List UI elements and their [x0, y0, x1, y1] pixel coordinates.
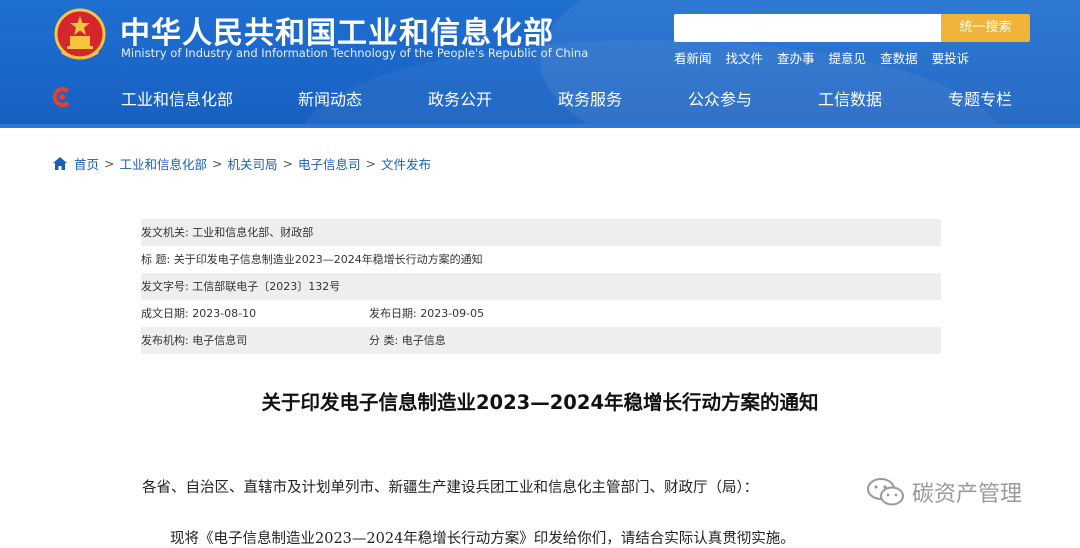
nav-services[interactable]: 政务服务 — [558, 86, 622, 110]
meta-agency: 发布机构: 电子信息司 — [141, 334, 248, 347]
watermark-text: 碳资产管理 — [912, 482, 1023, 507]
meta-row-subject: 标 题: 关于印发电子信息制造业2023—2024年稳增长行动方案的通知 — [141, 246, 941, 273]
meta-published-date: 发布日期: 2023-09-05 — [369, 307, 485, 320]
meta-row-agency: 发布机构: 电子信息司 分 类: 电子信息 — [141, 327, 941, 354]
quick-link-complaint[interactable]: 要投诉 — [932, 48, 970, 67]
breadcrumb-separator: > — [212, 156, 223, 171]
breadcrumb-home[interactable]: 首页 — [74, 154, 99, 173]
wechat-icon — [867, 478, 904, 506]
breadcrumb-separator: > — [104, 156, 115, 171]
nav-topics[interactable]: 专题专栏 — [948, 86, 1012, 110]
breadcrumb-departments[interactable]: 机关司局 — [228, 154, 278, 173]
quick-links: 看新闻 找文件 查办事 提意见 查数据 要投诉 — [674, 48, 969, 67]
home-icon — [53, 157, 67, 170]
document-body-paragraph: 现将《电子信息制造业2023—2024年稳增长行动方案》印发给你们，请结合实际认… — [170, 531, 795, 547]
quick-link-services[interactable]: 查办事 — [777, 48, 815, 67]
national-emblem-icon[interactable] — [54, 8, 106, 62]
meta-category: 分 类: 电子信息 — [369, 334, 446, 347]
document-salutation: 各省、自治区、直辖市及计划单列市、新疆生产建设兵团工业和信息化主管部门、财政厅（… — [142, 480, 759, 496]
nav-government-affairs[interactable]: 政务公开 — [428, 86, 492, 110]
meta-row-issuer: 发文机关: 工业和信息化部、财政部 — [141, 219, 941, 246]
nav-data[interactable]: 工信数据 — [818, 86, 882, 110]
quick-link-data[interactable]: 查数据 — [880, 48, 918, 67]
nav-participation[interactable]: 公众参与 — [688, 86, 752, 110]
site-subtitle: Ministry of Industry and Information Tec… — [121, 46, 589, 60]
breadcrumb-separator: > — [365, 156, 376, 171]
breadcrumb-ministry[interactable]: 工业和信息化部 — [120, 154, 208, 173]
meta-issuer: 发文机关: 工业和信息化部、财政部 — [141, 226, 314, 239]
breadcrumb-file-release[interactable]: 文件发布 — [381, 154, 431, 173]
quick-link-feedback[interactable]: 提意见 — [829, 48, 867, 67]
quick-link-files[interactable]: 找文件 — [726, 48, 764, 67]
header-divider — [0, 124, 1080, 128]
breadcrumb-separator: > — [282, 156, 293, 171]
meta-subject: 标 题: 关于印发电子信息制造业2023—2024年稳增长行动方案的通知 — [141, 253, 483, 266]
search-button[interactable]: 统一搜索 — [941, 14, 1030, 42]
breadcrumb: 首页 > 工业和信息化部 > 机关司局 > 电子信息司 > 文件发布 — [53, 154, 431, 173]
meta-row-doc-number: 发文字号: 工信部联电子〔2023〕132号 — [141, 273, 941, 300]
main-nav: 工业和信息化部 新闻动态 政务公开 政务服务 公众参与 工信数据 专题专栏 — [0, 78, 1080, 116]
quick-link-news[interactable]: 看新闻 — [674, 48, 712, 67]
meta-doc-number: 发文字号: 工信部联电子〔2023〕132号 — [141, 280, 341, 293]
watermark: 碳资产管理 — [866, 476, 1022, 508]
meta-row-dates: 成文日期: 2023-08-10 发布日期: 2023-09-05 — [141, 300, 941, 327]
meta-created-date: 成文日期: 2023-08-10 — [141, 307, 257, 320]
site-header: 中华人民共和国工业和信息化部 Ministry of Industry and … — [0, 0, 1080, 126]
search-input[interactable] — [674, 14, 942, 42]
nav-news[interactable]: 新闻动态 — [298, 86, 362, 110]
nav-ministry[interactable]: 工业和信息化部 — [121, 86, 233, 110]
document-metadata: 发文机关: 工业和信息化部、财政部 标 题: 关于印发电子信息制造业2023—2… — [141, 219, 941, 354]
breadcrumb-electronics[interactable]: 电子信息司 — [298, 154, 361, 173]
document-title: 关于印发电子信息制造业2023—2024年稳增长行动方案的通知 — [261, 391, 819, 414]
ministry-logo-icon[interactable] — [51, 86, 73, 108]
